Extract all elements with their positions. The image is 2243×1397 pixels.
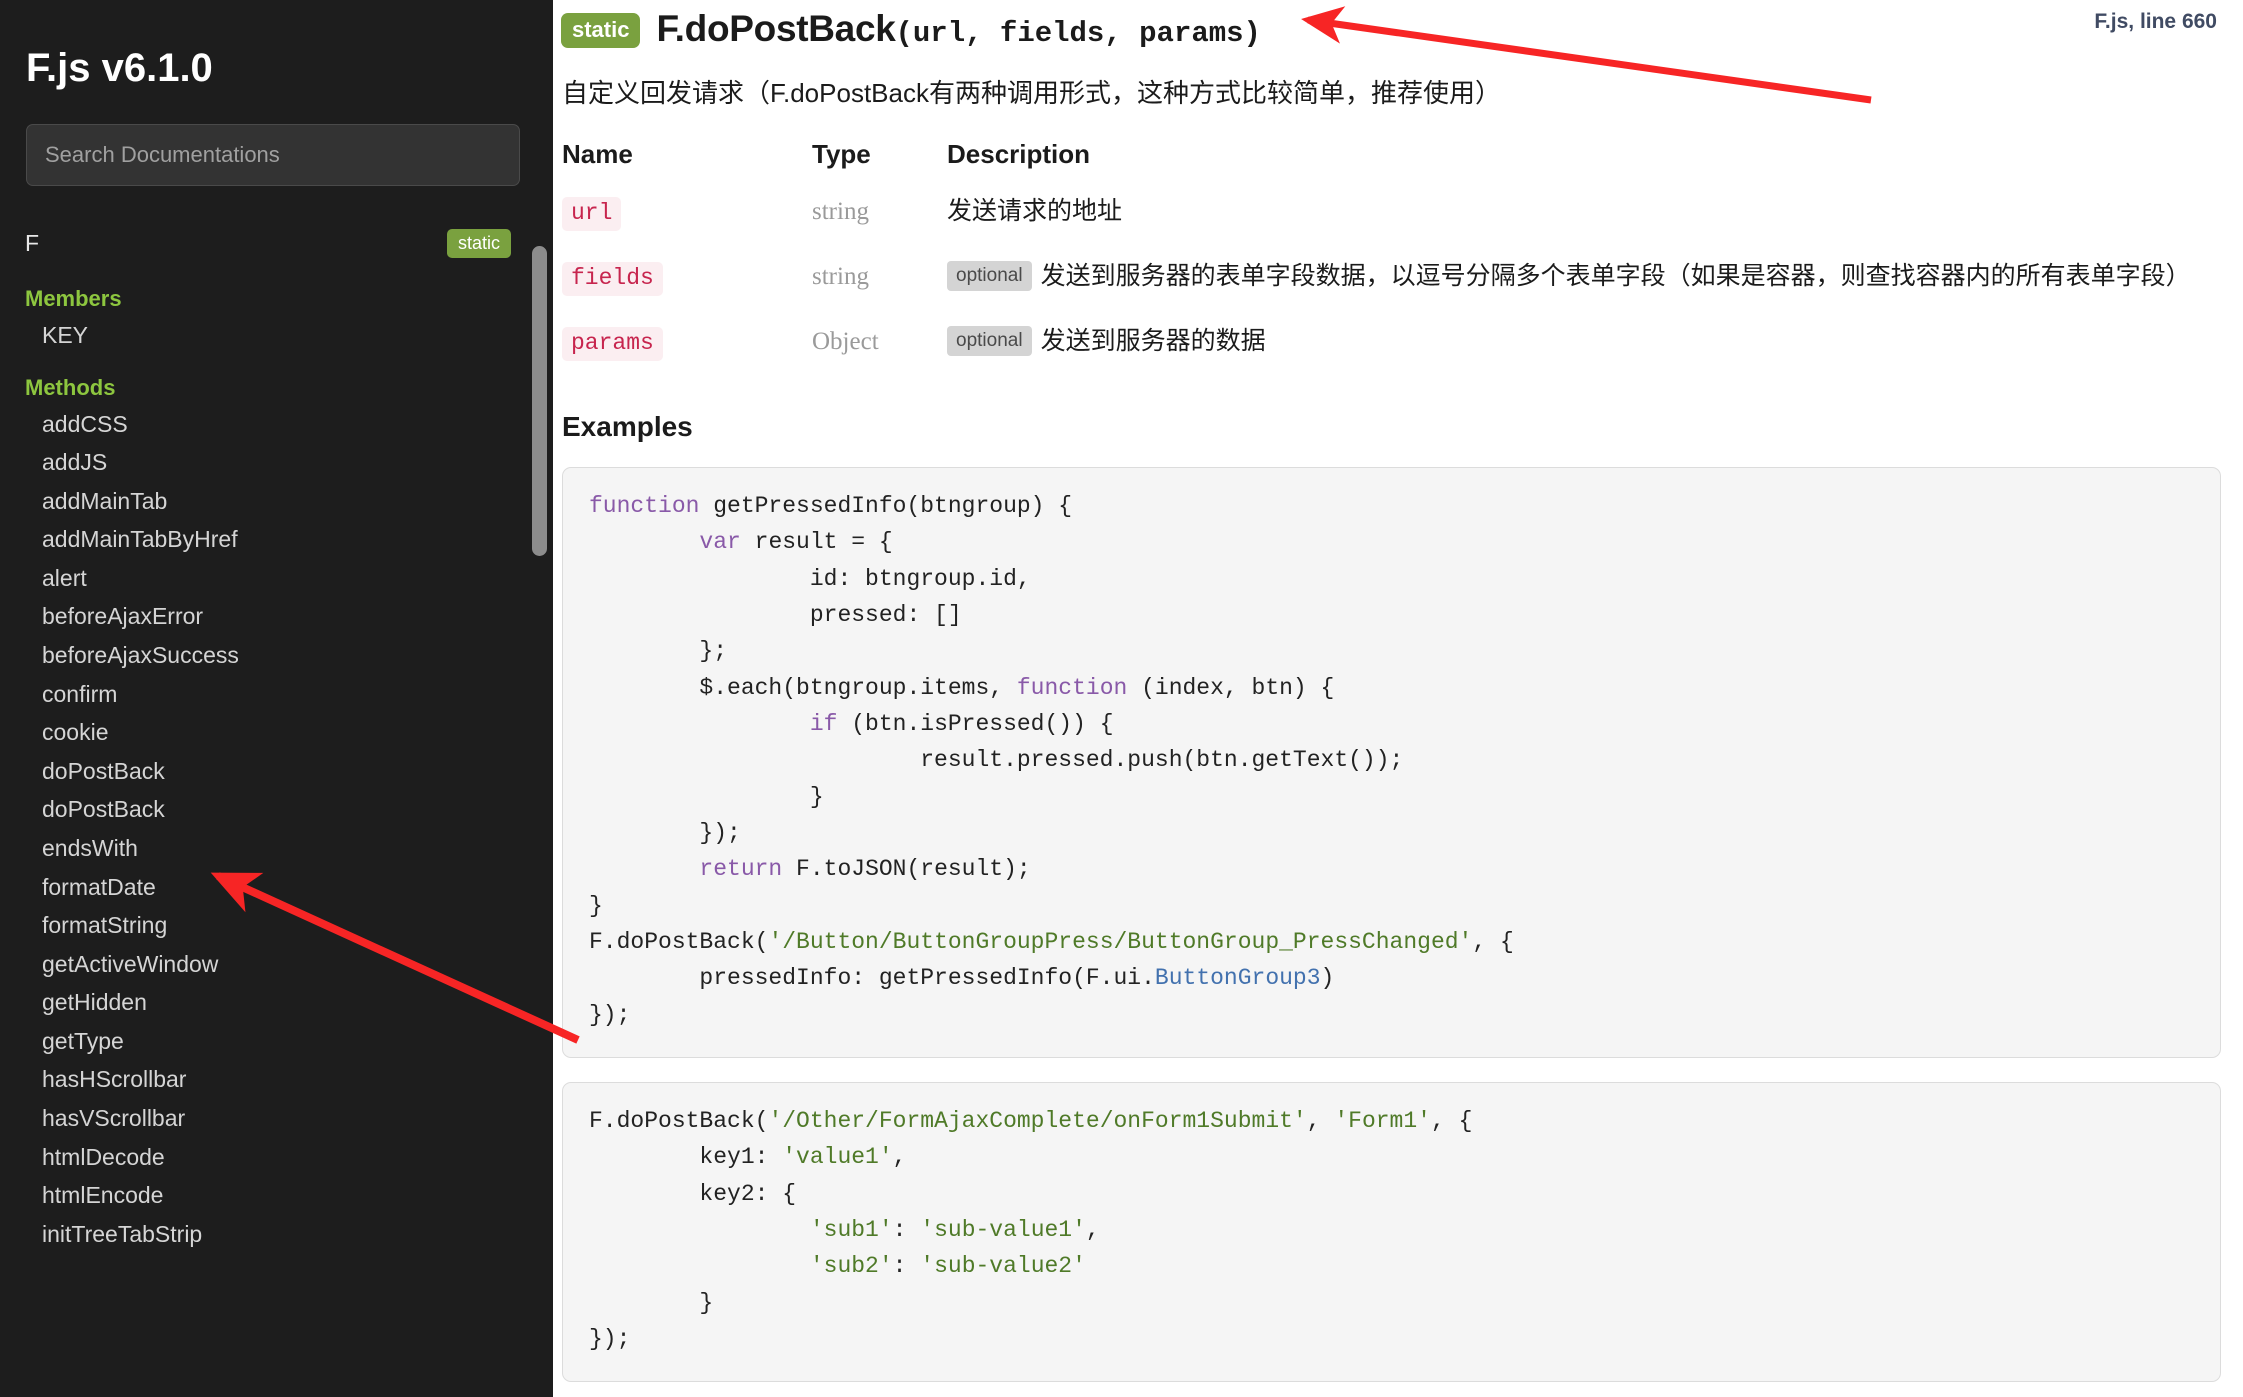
table-row: params Object optional 发送到服务器的数据 [553,310,2229,375]
table-row: fields string optional 发送到服务器的表单字段数据，以逗号分… [553,245,2229,310]
sidebar-item-cookie[interactable]: cookie [0,713,553,752]
sidebar-item-getActiveWindow[interactable]: getActiveWindow [0,945,553,984]
sidebar-item-class-F[interactable]: F static [0,220,553,266]
examples-heading: Examples [562,411,693,443]
param-desc-cell: optional 发送到服务器的表单字段数据，以逗号分隔多个表单字段（如果是容器，… [938,245,2229,310]
sidebar-item-addMainTabByHref[interactable]: addMainTabByHref [0,520,553,559]
sidebar-nav: F static Members KEY Methods addCSS addJ… [0,186,553,1253]
table-header-row: Name Type Description [553,133,2229,180]
param-type-url: string [812,198,869,226]
sidebar-item-alert[interactable]: alert [0,559,553,598]
sidebar-item-hasVScrollbar[interactable]: hasVScrollbar [0,1099,553,1138]
sidebar-static-badge: static [446,228,511,258]
table-row: url string 发送请求的地址 [553,180,2229,245]
sidebar-group-items-members: KEY [0,316,553,355]
param-type-fields: string [812,263,869,291]
sidebar-item-htmlEncode[interactable]: htmlEncode [0,1176,553,1215]
sidebar-item-initTreeTabStrip[interactable]: initTreeTabStrip [0,1215,553,1254]
main-content: static F.doPostBack(url, fields, params)… [553,0,2243,1397]
page-title: F.doPostBack [656,8,896,49]
search-container [0,88,553,186]
optional-badge-params: optional [947,326,1032,357]
parameters-table: Name Type Description url string 发送请求的地址… [553,133,2229,375]
param-desc-params: 发送到服务器的数据 [1040,327,1266,356]
optional-badge-fields: optional [947,261,1032,292]
sidebar-item-addMainTab[interactable]: addMainTab [0,482,553,521]
param-type-params: Object [812,328,879,356]
sidebar-item-htmlDecode[interactable]: htmlDecode [0,1138,553,1177]
sidebar-item-KEY[interactable]: KEY [0,316,553,355]
param-desc-cell: optional 发送到服务器的数据 [938,310,2229,375]
param-name-cell: fields [553,245,803,310]
sidebar-class-name: F [25,229,40,256]
sidebar-item-doPostBack-1[interactable]: doPostBack [0,752,553,791]
param-name-params: params [562,327,663,362]
sidebar-item-confirm[interactable]: confirm [0,675,553,714]
code-example-2[interactable]: F.doPostBack('/Other/FormAjaxComplete/on… [562,1082,2221,1383]
sidebar-item-beforeAjaxError[interactable]: beforeAjaxError [0,597,553,636]
sidebar-item-addCSS[interactable]: addCSS [0,405,553,444]
param-name-url: url [562,197,622,232]
param-name-fields: fields [562,262,663,297]
param-name-cell: params [553,310,803,375]
sidebar-item-doPostBack-2[interactable]: doPostBack [0,790,553,829]
param-type-cell: string [803,180,938,245]
documentation-page: F.js v6.1.0 F static Members KEY Methods… [0,0,2243,1397]
sidebar-group-title-members: Members [25,286,122,311]
param-name-cell: url [553,180,803,245]
sidebar-item-addJS[interactable]: addJS [0,443,553,482]
sidebar-group-items-methods: addCSS addJS addMainTab addMainTabByHref… [0,405,553,1254]
code-example-1[interactable]: function getPressedInfo(btngroup) { var … [562,467,2221,1059]
sidebar-item-endsWith[interactable]: endsWith [0,829,553,868]
method-signature-row: static F.doPostBack(url, fields, params)… [553,0,2229,52]
param-desc-url: 发送请求的地址 [947,197,1123,226]
sidebar-item-formatString[interactable]: formatString [0,906,553,945]
param-type-cell: string [803,245,938,310]
sidebar-group-title-methods: Methods [25,374,116,400]
column-header-description: Description [947,139,1091,170]
param-desc-fields: 发送到服务器的表单字段数据，以逗号分隔多个表单字段（如果是容器，则查找容器内的所… [1040,262,2191,291]
sidebar-item-getType[interactable]: getType [0,1022,553,1061]
sidebar-scrollbar-thumb[interactable] [532,246,547,556]
sidebar-item-formatDate[interactable]: formatDate [0,868,553,907]
signature-arguments: (url, fields, params) [895,17,1261,50]
source-line-link[interactable]: F.js, line 660 [2094,10,2217,34]
param-type-cell: Object [803,310,938,375]
sidebar-item-getHidden[interactable]: getHidden [0,983,553,1022]
column-header-name: Name [562,139,633,170]
static-badge: static [561,13,641,48]
column-header-type: Type [812,139,871,170]
sidebar-item-hasHScrollbar[interactable]: hasHScrollbar [0,1060,553,1099]
brand-title: F.js v6.1.0 [26,46,213,90]
sidebar-item-beforeAjaxSuccess[interactable]: beforeAjaxSuccess [0,636,553,675]
param-desc-cell: 发送请求的地址 [938,180,2229,245]
search-input[interactable] [26,124,520,186]
method-description: 自定义回发请求（F.doPostBack有两种调用形式，这种方式比较简单，推荐使… [562,78,1501,108]
sidebar: F.js v6.1.0 F static Members KEY Methods… [0,0,553,1397]
